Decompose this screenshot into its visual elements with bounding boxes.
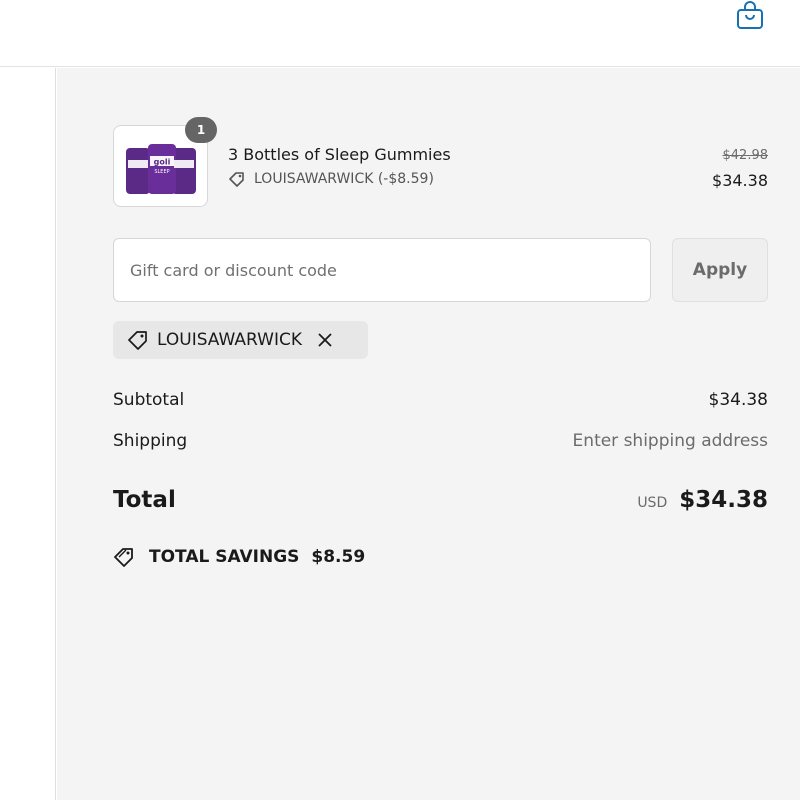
product-bottles-image: goli SLEEP [126,144,196,194]
subtotal-value: $34.38 [708,390,768,410]
total-label: Total [113,487,176,513]
product-sublabel: SLEEP [154,169,169,175]
currency-code: USD [637,495,668,511]
total-savings: TOTAL SAVINGS $8.59 [113,546,365,568]
top-header [0,0,800,67]
product-title: 3 Bottles of Sleep Gummies [228,145,451,164]
tag-icon [228,171,246,187]
discount-code-input[interactable] [113,238,651,302]
shipping-label: Shipping [113,431,188,451]
total-value-group: USD $34.38 [637,487,768,513]
total-amount: $34.38 [679,487,768,513]
line-item-discount: LOUISAWARWICK (-$8.59) [228,171,434,187]
savings-label: TOTAL SAVINGS [149,547,300,567]
applied-code-label: LOUISAWARWICK [157,330,302,350]
original-price: $42.98 [722,148,769,163]
shipping-value: Enter shipping address [572,431,768,451]
discount-code-label: LOUISAWARWICK (-$8.59) [254,171,434,187]
main-column [0,68,56,800]
apply-button[interactable]: Apply [672,238,768,302]
tag-icon [127,330,149,350]
applied-discount-chip: LOUISAWARWICK [113,321,368,359]
quantity-badge: 1 [185,117,217,143]
remove-discount-icon[interactable] [316,331,334,349]
savings-tag-icon [113,546,137,568]
savings-amount: $8.59 [311,547,366,567]
product-label: goli [154,158,171,167]
subtotal-label: Subtotal [113,390,185,410]
line-item-price: $34.38 [712,171,768,190]
shopping-bag-icon[interactable] [735,0,765,30]
